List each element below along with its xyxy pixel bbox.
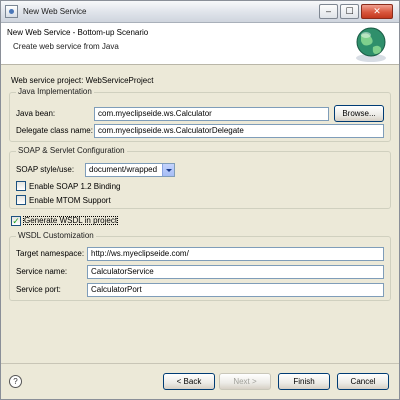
finish-button[interactable]: Finish: [278, 373, 330, 390]
title-bar[interactable]: New Web Service – ☐ ✕: [1, 1, 399, 23]
cancel-button[interactable]: Cancel: [337, 373, 389, 390]
group-title: SOAP & Servlet Configuration: [16, 146, 127, 155]
generate-wsdl-label[interactable]: Generate WSDL in project: [23, 216, 119, 225]
service-name-label: Service name:: [16, 267, 68, 276]
soap12-checkbox[interactable]: [16, 181, 26, 191]
close-button[interactable]: ✕: [361, 4, 393, 19]
project-value: WebServiceProject: [85, 76, 154, 85]
maximize-button[interactable]: ☐: [340, 4, 359, 19]
banner-description: Create web service from Java: [13, 42, 119, 51]
group-title: Java Implementation: [16, 87, 94, 96]
delegate-class-label: Delegate class name:: [16, 126, 93, 135]
window-title: New Web Service: [23, 7, 87, 16]
chevron-down-icon[interactable]: [162, 164, 174, 176]
footer-separator: [1, 363, 399, 364]
soap-style-select[interactable]: document/wrapped: [85, 163, 175, 177]
wizard-banner: New Web Service - Bottom-up Scenario Cre…: [1, 23, 399, 65]
target-namespace-input[interactable]: http://ws.myeclipseide.com/: [87, 247, 384, 261]
soap-style-label: SOAP style/use:: [16, 165, 75, 174]
next-button[interactable]: Next >: [219, 373, 271, 390]
service-port-label: Service port:: [16, 285, 61, 294]
minimize-button[interactable]: –: [319, 4, 338, 19]
delegate-class-input[interactable]: com.myeclipseide.ws.CalculatorDelegate: [94, 124, 384, 138]
target-namespace-label: Target namespace:: [16, 249, 85, 258]
service-name-input[interactable]: CalculatorService: [87, 265, 384, 279]
browse-button[interactable]: Browse...: [334, 105, 384, 122]
app-icon: [5, 5, 18, 18]
globe-wizard-icon: [356, 27, 386, 62]
new-web-service-dialog: New Web Service – ☐ ✕ New Web Service - …: [0, 0, 400, 400]
checkmark-icon: ✓: [12, 216, 20, 226]
service-port-input[interactable]: CalculatorPort: [87, 283, 384, 297]
java-bean-input[interactable]: com.myeclipseide.ws.Calculator: [94, 107, 329, 121]
mtom-label[interactable]: Enable MTOM Support: [29, 196, 111, 205]
back-button[interactable]: < Back: [163, 373, 215, 390]
soap12-label[interactable]: Enable SOAP 1.2 Binding: [29, 182, 120, 191]
mtom-checkbox[interactable]: [16, 195, 26, 205]
java-bean-label: Java bean:: [16, 109, 56, 118]
group-title: WSDL Customization: [16, 231, 96, 240]
help-icon[interactable]: ?: [9, 375, 22, 388]
banner-title: New Web Service - Bottom-up Scenario: [7, 28, 149, 37]
soap-style-value: document/wrapped: [89, 165, 158, 174]
generate-wsdl-checkbox[interactable]: ✓: [11, 216, 21, 226]
project-label: Web service project: WebServiceProject: [11, 76, 154, 85]
